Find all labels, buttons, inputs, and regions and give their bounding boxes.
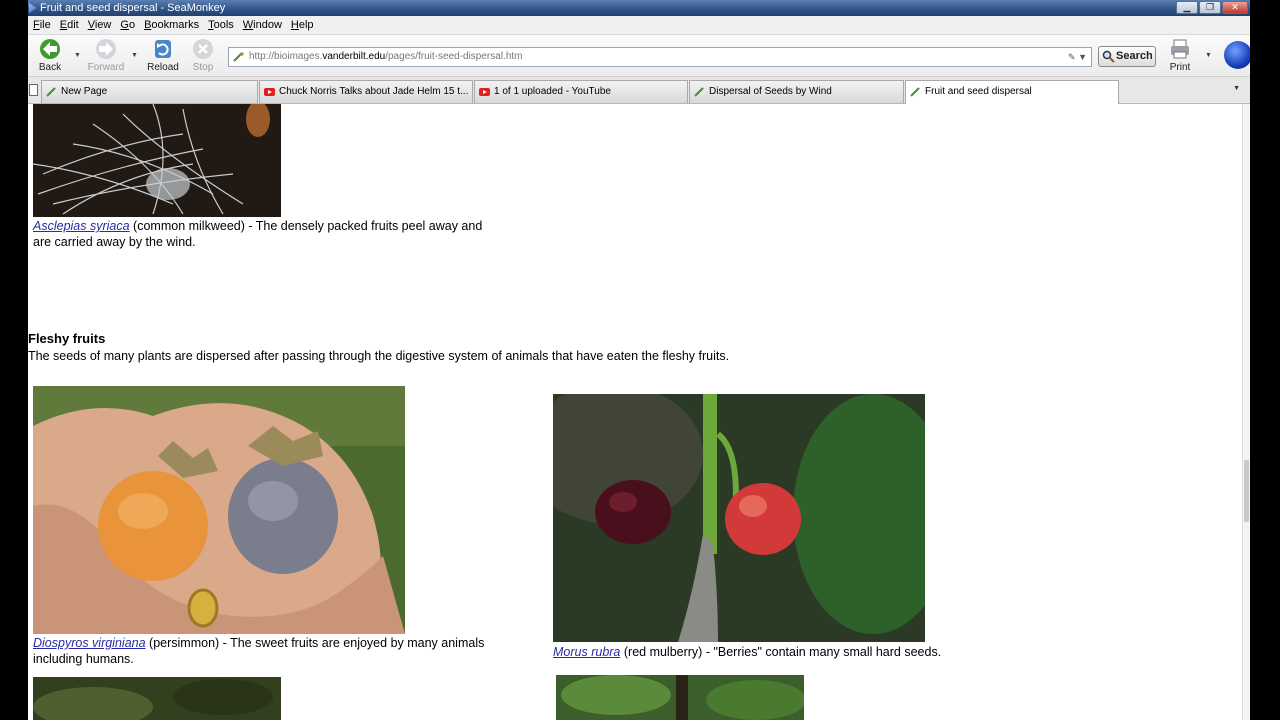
window-controls: ▁ ❐ ✕: [1176, 1, 1248, 14]
stop-icon: [193, 39, 213, 59]
foliage-image: [33, 677, 281, 720]
url-host: vanderbilt.edu: [322, 51, 386, 62]
right-letterbox: [1250, 0, 1280, 720]
page-icon: [46, 87, 56, 97]
mulberry-photo[interactable]: [553, 394, 925, 642]
tab-label: Fruit and seed dispersal: [925, 86, 1032, 97]
forward-button[interactable]: Forward: [84, 38, 128, 76]
menu-bar: File Edit View Go Bookmarks Tools Window…: [28, 16, 1250, 35]
mulberry-description: (red mulberry) - "Berries" contain many …: [620, 645, 942, 659]
minimize-button[interactable]: ▁: [1176, 1, 1198, 14]
maximize-button[interactable]: ❐: [1199, 1, 1221, 14]
next-photo-left[interactable]: [33, 677, 281, 720]
back-arrow-icon: [40, 39, 60, 59]
diospyros-virginiana-link[interactable]: Diospyros virginiana: [33, 636, 146, 650]
url-scheme: http://bioimages.: [249, 51, 323, 62]
magnifier-icon: [1102, 50, 1115, 63]
window-title: Fruit and seed dispersal - SeaMonkey: [40, 2, 226, 14]
tree-image: [556, 675, 804, 720]
milkweed-seeds-image: [33, 104, 281, 217]
menu-go[interactable]: Go: [120, 19, 135, 31]
asclepias-syriaca-link[interactable]: Asclepias syriaca: [33, 219, 130, 233]
red-mulberry-image: [553, 394, 925, 642]
persimmon-caption: Diospyros virginiana (persimmon) - The s…: [33, 635, 533, 667]
reload-button[interactable]: Reload: [141, 38, 185, 76]
reload-icon: [155, 40, 171, 58]
url-history-dropdown-icon[interactable]: ✎ ▼: [1068, 48, 1087, 66]
page-content: Asclepias syriaca (common milkweed) - Th…: [28, 104, 1250, 720]
tab-youtube-upload[interactable]: 1 of 1 uploaded - YouTube: [474, 80, 688, 103]
printer-icon: [1171, 39, 1189, 59]
tab-list-icon[interactable]: [29, 84, 38, 96]
print-label: Print: [1169, 62, 1191, 73]
page-icon: [910, 87, 920, 97]
menu-help[interactable]: Help: [291, 19, 314, 31]
navigation-toolbar: Back ▼ Forward ▼ Reload Stop http://bioi…: [28, 35, 1250, 77]
persimmon-hand-image: [33, 386, 405, 634]
menu-window[interactable]: Window: [243, 19, 282, 31]
forward-history-dropdown-icon[interactable]: ▼: [131, 52, 138, 59]
title-bar: Fruit and seed dispersal - SeaMonkey ▁ ❐…: [28, 0, 1250, 16]
menu-bookmarks[interactable]: Bookmarks: [144, 19, 199, 31]
reload-label: Reload: [147, 62, 179, 73]
close-button[interactable]: ✕: [1222, 1, 1248, 14]
forward-arrow-icon: [96, 39, 116, 59]
throbber-globe-icon[interactable]: [1224, 41, 1250, 69]
menu-view[interactable]: View: [88, 19, 112, 31]
site-favicon-icon: [233, 52, 244, 62]
back-history-dropdown-icon[interactable]: ▼: [74, 52, 81, 59]
mulberry-caption: Morus rubra (red mulberry) - "Berries" c…: [553, 644, 1053, 660]
tab-label: Dispersal of Seeds by Wind: [709, 86, 832, 97]
morus-rubra-link[interactable]: Morus rubra: [553, 645, 620, 659]
print-options-dropdown-icon[interactable]: ▼: [1205, 52, 1212, 59]
left-letterbox: [0, 0, 28, 720]
section-description: The seeds of many plants are dispersed a…: [28, 349, 730, 363]
back-button[interactable]: Back: [28, 38, 72, 76]
seamonkey-app-icon: [29, 3, 37, 13]
tab-chuck-norris[interactable]: Chuck Norris Talks about Jade Helm 15 t.…: [259, 80, 473, 103]
vertical-scrollbar[interactable]: [1242, 104, 1250, 720]
tab-new-page[interactable]: New Page: [41, 80, 258, 103]
youtube-icon: [479, 88, 490, 96]
milkweed-caption: Asclepias syriaca (common milkweed) - Th…: [33, 218, 503, 250]
tab-dispersal-by-wind[interactable]: Dispersal of Seeds by Wind: [689, 80, 904, 103]
search-button[interactable]: Search: [1098, 46, 1156, 67]
browser-window: Fruit and seed dispersal - SeaMonkey ▁ ❐…: [28, 0, 1250, 720]
scrollbar-thumb[interactable]: [1244, 460, 1249, 522]
tab-bar: New Page Chuck Norris Talks about Jade H…: [28, 77, 1250, 104]
section-heading-fleshy-fruits: Fleshy fruits: [28, 331, 106, 346]
search-label: Search: [1116, 50, 1153, 62]
tab-overflow-dropdown-icon[interactable]: ▼: [1233, 85, 1240, 92]
tab-fruit-seed-dispersal[interactable]: Fruit and seed dispersal: [905, 80, 1119, 104]
milkweed-photo[interactable]: [33, 104, 281, 217]
url-bar[interactable]: http://bioimages.vanderbilt.edu/pages/fr…: [228, 47, 1092, 67]
tab-label: Chuck Norris Talks about Jade Helm 15 t.…: [279, 86, 469, 97]
tab-label: New Page: [61, 86, 108, 97]
forward-label: Forward: [87, 62, 125, 73]
url-path: /pages/fruit-seed-dispersal.htm: [385, 51, 523, 62]
persimmon-photo[interactable]: [33, 386, 405, 634]
next-photo-right[interactable]: [556, 675, 804, 720]
menu-tools[interactable]: Tools: [208, 19, 234, 31]
print-button[interactable]: Print: [1165, 38, 1195, 76]
stop-label: Stop: [192, 62, 214, 73]
menu-file[interactable]: File: [33, 19, 51, 31]
menu-edit[interactable]: Edit: [60, 19, 79, 31]
tab-label: 1 of 1 uploaded - YouTube: [494, 86, 611, 97]
page-icon: [694, 87, 704, 97]
youtube-icon: [264, 88, 275, 96]
back-label: Back: [38, 62, 62, 73]
stop-button[interactable]: Stop: [181, 38, 225, 76]
